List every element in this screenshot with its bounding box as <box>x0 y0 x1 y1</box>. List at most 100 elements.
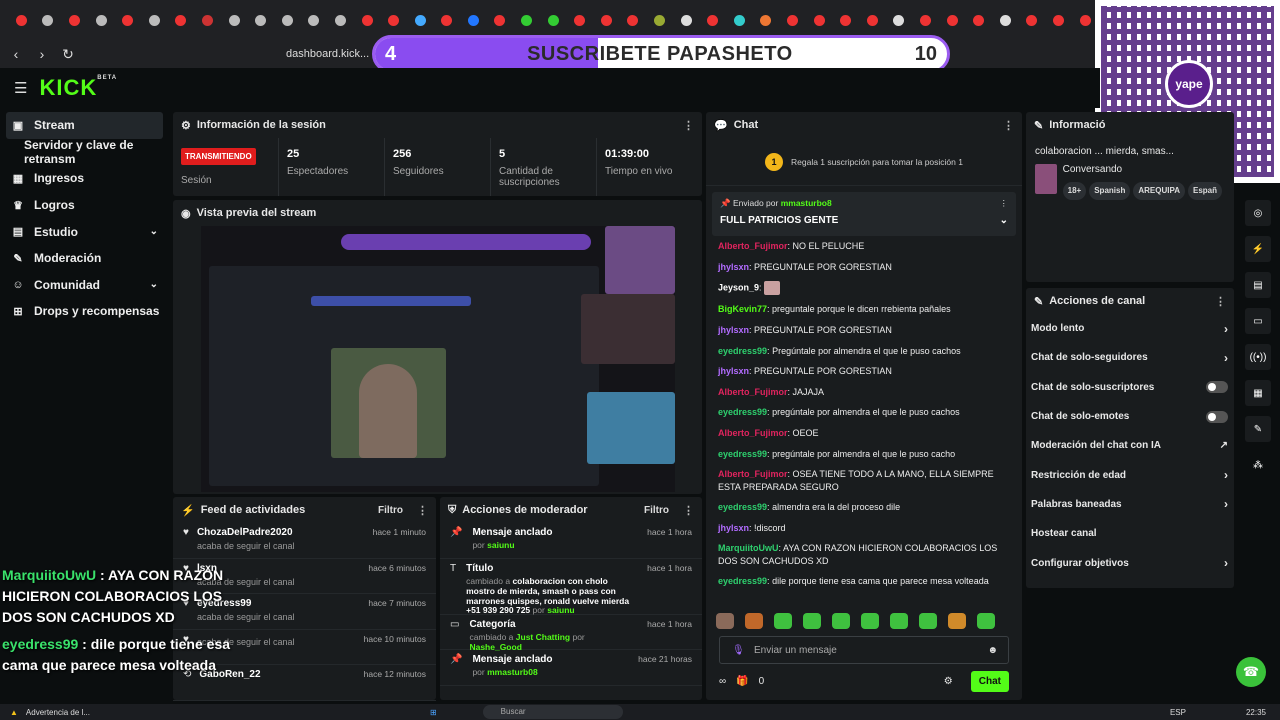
language-indicator[interactable]: ESP <box>1170 708 1186 717</box>
chat-message[interactable]: MarquiitoUwU: AYA CON RAZON HICIERON COL… <box>718 542 1010 567</box>
browser-tab[interactable] <box>806 5 833 35</box>
action-followers-only[interactable]: Chat de solo-seguidores › <box>1026 343 1234 372</box>
sidebar-item-drops[interactable]: ⊞ Drops y recompensas <box>0 298 172 325</box>
gift-icon[interactable]: 🎁 <box>736 676 748 687</box>
action-host[interactable]: Hostear canal <box>1026 519 1234 548</box>
browser-tab[interactable] <box>859 5 886 35</box>
chat-message[interactable]: jhylsxn: !discord <box>718 522 1010 534</box>
browser-tab[interactable] <box>434 5 461 35</box>
taskbar-search[interactable]: Buscar <box>482 705 623 719</box>
browser-tab[interactable] <box>247 5 274 35</box>
browser-tab[interactable] <box>1045 5 1072 35</box>
chat-message[interactable]: jhylsxn: PREGUNTALE POR GORESTIAN <box>718 261 1010 273</box>
browser-tab[interactable] <box>593 5 620 35</box>
chat-message[interactable]: jhylsxn: PREGUNTALE POR GORESTIAN <box>718 365 1010 377</box>
sidebar-item-estudio[interactable]: ▤ Estudio ⌄ <box>0 218 172 245</box>
mic-icon[interactable]: 🎙 <box>732 645 745 656</box>
browser-tab[interactable] <box>673 5 700 35</box>
stream-preview-video[interactable] <box>201 226 675 492</box>
browser-tab[interactable] <box>114 5 141 35</box>
subs-only-toggle[interactable] <box>1206 381 1228 394</box>
settings-icon[interactable]: ⚙ <box>944 676 953 687</box>
browser-tab[interactable] <box>221 5 248 35</box>
browser-tab[interactable] <box>699 5 726 35</box>
sidebar-item-logros[interactable]: ♛ Logros <box>0 192 172 219</box>
browser-tab[interactable] <box>540 5 567 35</box>
chat-message[interactable]: Alberto_Fujimor: OEOE <box>718 427 1010 439</box>
browser-tab[interactable] <box>620 5 647 35</box>
browser-tab[interactable] <box>407 5 434 35</box>
kick-logo[interactable]: KICKBETA <box>39 75 117 101</box>
document-icon[interactable]: ▤ <box>1245 272 1271 298</box>
browser-tab[interactable] <box>141 5 168 35</box>
chat-username[interactable]: eyedress99 <box>718 346 767 356</box>
emote-icon[interactable] <box>861 613 879 629</box>
taskbar-warning-app[interactable]: Advertencia de l... <box>26 708 90 717</box>
emote-icon[interactable] <box>716 613 734 629</box>
more-icon[interactable]: ⋮ <box>683 504 694 517</box>
chat-username[interactable]: Alberto_Fujimor <box>718 428 788 438</box>
chat-username[interactable]: eyedress99 <box>718 407 767 417</box>
browser-tab[interactable] <box>301 5 328 35</box>
emote-icon[interactable] <box>948 613 966 629</box>
chat-username[interactable]: jhylsxn <box>718 325 749 335</box>
reload-icon[interactable]: ↻ <box>60 46 76 63</box>
more-icon[interactable]: ⋮ <box>417 504 428 517</box>
browser-tab[interactable] <box>832 5 859 35</box>
chat-username[interactable]: eyedress99 <box>718 502 767 512</box>
chat-username[interactable]: Alberto_Fujimor <box>718 469 788 479</box>
browser-tab[interactable] <box>487 5 514 35</box>
chat-username[interactable]: BigKevin77 <box>718 304 767 314</box>
windows-start-icon[interactable]: ⊞ <box>430 708 437 717</box>
sidebar-item-moderacion[interactable]: ✎ Moderación <box>0 245 172 272</box>
emote-icon[interactable] <box>832 613 850 629</box>
more-icon[interactable]: ⋮ <box>1003 119 1014 132</box>
emote-icon[interactable] <box>890 613 908 629</box>
chat-message[interactable]: eyedress99: almendra era la del proceso … <box>718 501 1010 513</box>
chevron-down-icon[interactable]: ⌄ <box>1000 215 1008 226</box>
filter-button[interactable]: Filtro <box>644 505 669 516</box>
emotes-only-toggle[interactable] <box>1206 410 1228 423</box>
url-field[interactable]: dashboard.kick... <box>286 48 369 60</box>
sidebar-item-ingresos[interactable]: ▦ Ingresos <box>0 165 172 192</box>
points-icon[interactable]: ∞ <box>719 676 726 687</box>
menu-icon[interactable]: ☰ <box>14 79 27 97</box>
browser-tab[interactable] <box>726 5 753 35</box>
emoji-icon[interactable]: ☻ <box>987 645 998 656</box>
chat-message[interactable]: Jeyson_9: <box>718 281 1010 296</box>
chat-username[interactable]: Alberto_Fujimor <box>718 387 788 397</box>
chat-username[interactable]: jhylsxn <box>718 366 749 376</box>
chat-message[interactable]: eyedress99: dile porque tiene esa cama q… <box>718 575 1010 587</box>
wrench-icon[interactable]: ✎ <box>1245 416 1271 442</box>
browser-tab[interactable] <box>1019 5 1046 35</box>
emote-icon[interactable] <box>745 613 763 629</box>
browser-tab[interactable] <box>566 5 593 35</box>
browser-tab[interactable] <box>88 5 115 35</box>
chat-username[interactable]: Jeyson_9 <box>718 283 759 293</box>
chat-username[interactable]: MarquiitoUwU <box>718 543 779 553</box>
browser-tab[interactable] <box>939 5 966 35</box>
browser-tab[interactable] <box>35 5 62 35</box>
browser-tab[interactable] <box>513 5 540 35</box>
filter-button[interactable]: Filtro <box>378 505 403 516</box>
forward-icon[interactable]: › <box>34 46 50 62</box>
chat-icon[interactable]: ▭ <box>1245 308 1271 334</box>
action-emotes-only[interactable]: Chat de solo-emotes <box>1026 402 1234 431</box>
chat-username[interactable]: Alberto_Fujimor <box>718 241 788 251</box>
emote-icon[interactable] <box>919 613 937 629</box>
action-banned-words[interactable]: Palabras baneadas › <box>1026 490 1234 519</box>
camera-icon[interactable]: ◎ <box>1245 200 1271 226</box>
pinned-message[interactable]: 📌 Enviado por mmasturbo8 ⋮ FULL PATRICIOS… <box>712 192 1016 236</box>
clock[interactable]: 22:35 <box>1246 708 1266 717</box>
chat-username[interactable]: jhylsxn <box>718 523 749 533</box>
chat-message[interactable]: eyedress99: pregúntale por almendra el q… <box>718 448 1010 460</box>
browser-tab[interactable] <box>886 5 913 35</box>
chat-send-button[interactable]: Chat <box>970 670 1009 692</box>
browser-tab[interactable] <box>168 5 195 35</box>
more-icon[interactable]: ⋮ <box>1000 198 1009 209</box>
more-icon[interactable]: ⋮ <box>683 119 694 132</box>
more-icon[interactable]: ⋮ <box>1215 295 1226 308</box>
action-goals[interactable]: Configurar objetivos › <box>1026 548 1234 577</box>
browser-tab[interactable] <box>61 5 88 35</box>
chat-message[interactable]: Alberto_Fujimor: OSEA TIENE TODO A LA MA… <box>718 468 1010 493</box>
